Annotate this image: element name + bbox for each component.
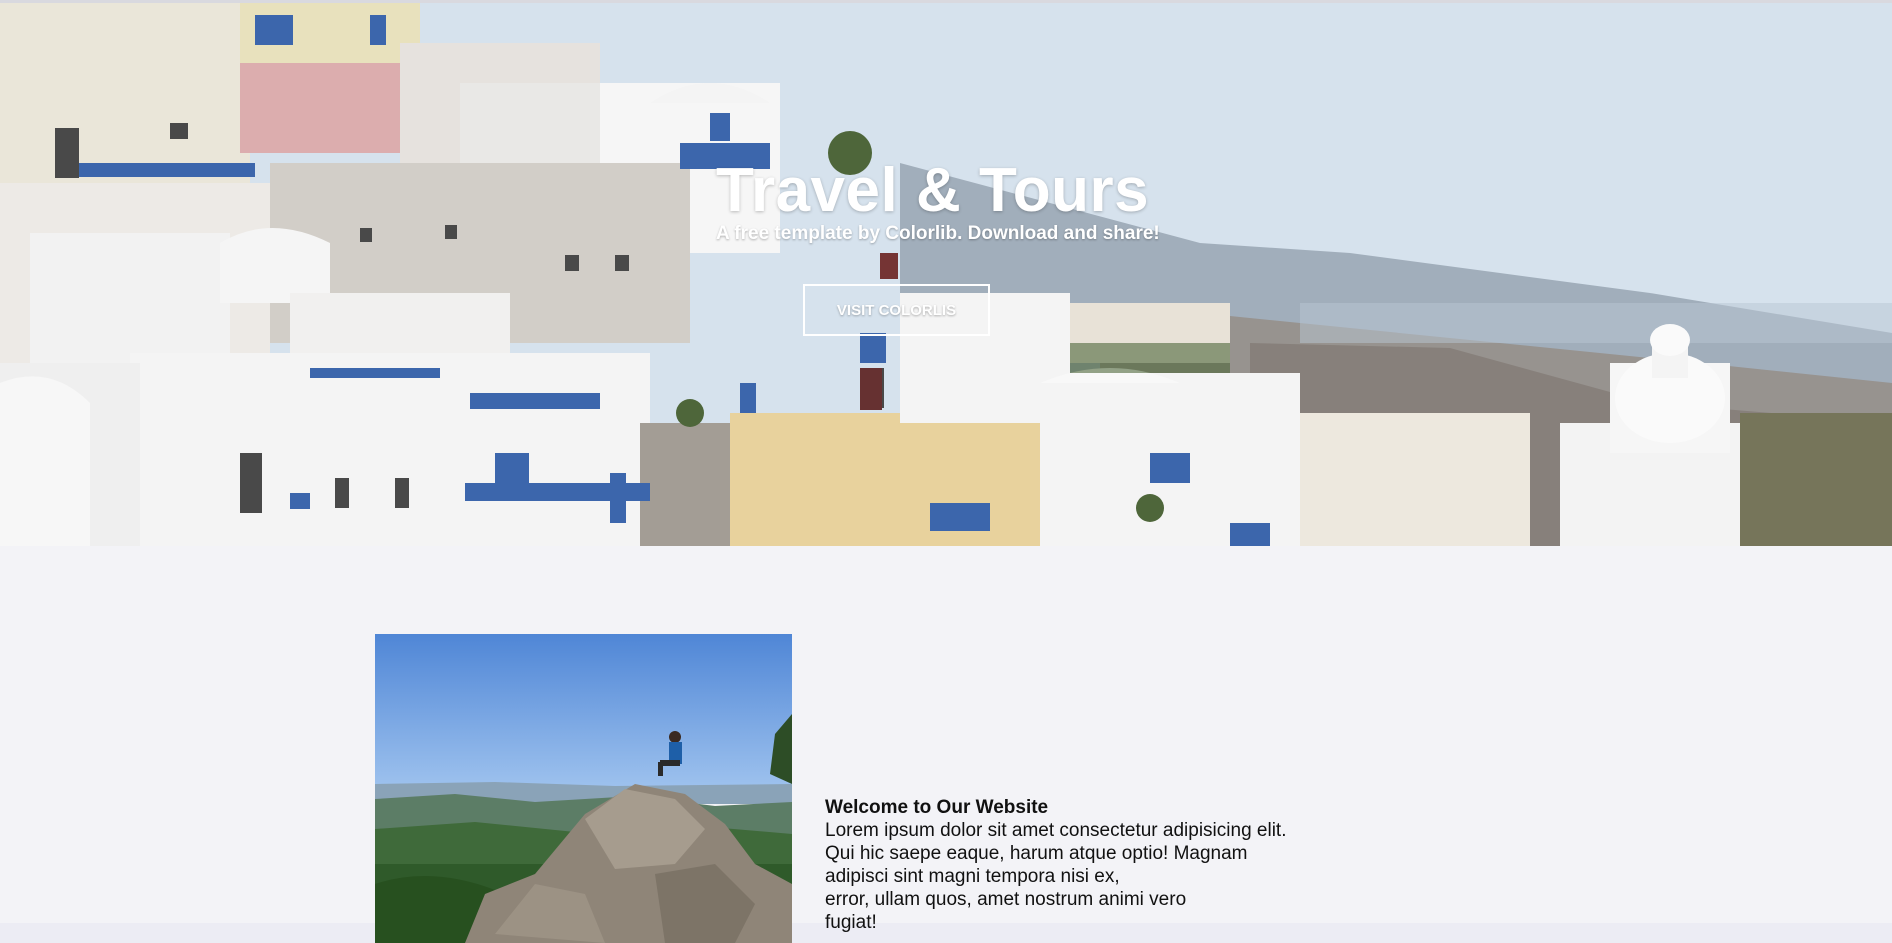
welcome-body-line: fugiat! bbox=[825, 912, 877, 933]
hero-background-image bbox=[0, 3, 1892, 546]
hero-banner: Travel & Tours A free template by Colorl… bbox=[0, 0, 1892, 546]
welcome-body-line: error, ullam quos, amet nostrum animi ve… bbox=[825, 889, 1187, 910]
hero-title: Travel & Tours bbox=[716, 156, 1150, 225]
visit-colorlib-button[interactable]: VISIT COLORLIS bbox=[803, 284, 990, 336]
hero-subtitle: A free template by Colorlib. Download an… bbox=[716, 223, 1160, 244]
hiker-on-rock-photo bbox=[375, 634, 792, 943]
welcome-text-block: Welcome to Our Website Lorem ipsum dolor… bbox=[825, 796, 1345, 934]
welcome-body-line: Lorem ipsum dolor sit amet consectetur a… bbox=[825, 820, 1287, 841]
welcome-body-line: Qui hic saepe eaque, harum atque optio! … bbox=[825, 843, 1248, 864]
welcome-heading: Welcome to Our Website bbox=[825, 797, 1049, 818]
welcome-body-line: adipisci sint magni tempora nisi ex, bbox=[825, 866, 1120, 887]
